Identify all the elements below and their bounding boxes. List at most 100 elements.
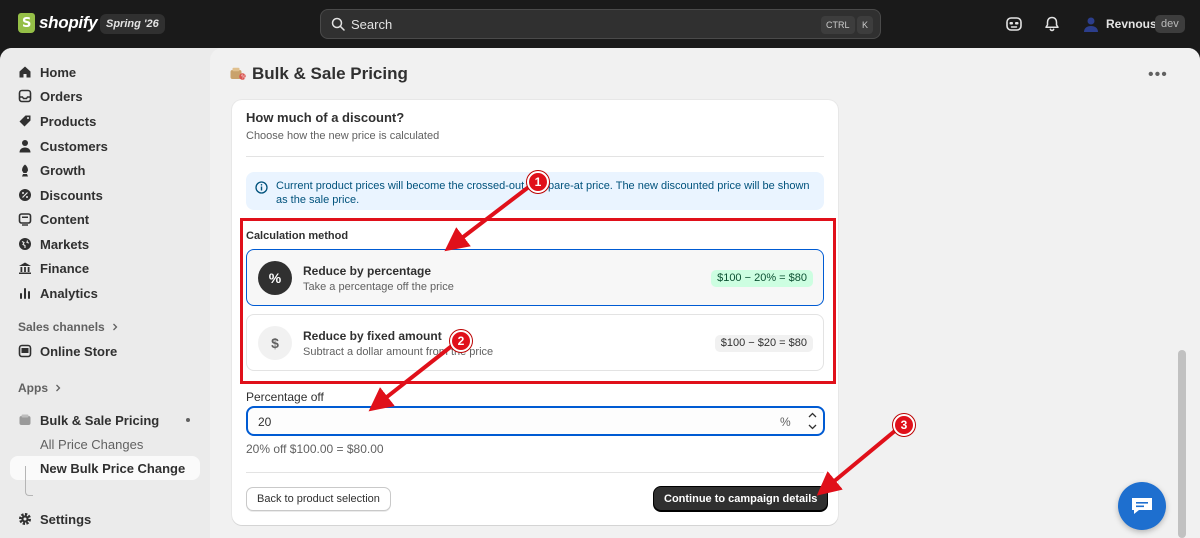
bank-icon — [16, 259, 34, 277]
sidebar-item-settings[interactable]: Settings — [10, 507, 200, 531]
divider — [246, 156, 824, 157]
info-icon — [255, 181, 268, 194]
shopify-bag-icon — [18, 13, 35, 33]
search-bar[interactable]: Search CTRL K — [320, 9, 881, 39]
option-reduce-by-percentage[interactable]: % Reduce by percentage Take a percentage… — [246, 249, 824, 306]
top-bar: shopify Spring '26 Search CTRL K Revnous… — [0, 0, 1200, 48]
store-avatar-icon[interactable] — [1082, 15, 1100, 33]
option-reduce-by-fixed-amount[interactable]: $ Reduce by fixed amount Subtract a doll… — [246, 314, 824, 371]
chart-icon — [16, 284, 34, 302]
chevron-down-icon[interactable] — [804, 422, 820, 432]
page-title: Bulk & Sale Pricing — [252, 64, 408, 83]
sidebar-subitem-all-price-changes[interactable]: All Price Changes — [10, 432, 200, 456]
pin-dot-icon — [186, 418, 190, 422]
option-title: Reduce by percentage — [303, 264, 432, 278]
sidebar-item-content[interactable]: Content — [10, 207, 200, 231]
person-icon — [16, 137, 34, 155]
store-icon — [16, 342, 34, 360]
globe-icon — [16, 235, 34, 253]
apps-header[interactable]: Apps — [18, 381, 62, 395]
sidebar-item-label: Discounts — [40, 187, 103, 203]
calculation-preview: 20% off $100.00 = $80.00 — [246, 442, 384, 456]
sales-channels-header[interactable]: Sales channels — [18, 320, 119, 334]
version-badge: Spring '26 — [100, 14, 165, 34]
card-title: How much of a discount? — [246, 110, 405, 125]
sidebar-item-label: Bulk & Sale Pricing — [40, 412, 160, 428]
shortcut-ctrl-key: CTRL — [821, 16, 855, 34]
app-icon — [16, 411, 34, 429]
user-name[interactable]: Revnous — [1106, 17, 1157, 31]
percentage-off-field[interactable]: % — [246, 406, 825, 436]
chevron-right-icon — [111, 320, 119, 334]
sales-channels-label: Sales channels — [18, 320, 105, 334]
sidebar-item-label: Content — [40, 211, 90, 227]
bell-icon[interactable] — [1043, 15, 1061, 33]
more-actions-icon[interactable]: ••• — [1148, 66, 1168, 84]
sidebar: Home Orders Products Customers Growth Di… — [0, 48, 210, 538]
sidebar-item-home[interactable]: Home — [10, 60, 200, 84]
option-description: Take a percentage off the price — [303, 281, 454, 293]
divider — [246, 472, 824, 473]
percent-suffix: % — [780, 415, 791, 429]
chevron-up-icon[interactable] — [804, 410, 820, 420]
sidebar-subitem-new-bulk-price-change[interactable]: New Bulk Price Change — [10, 456, 200, 480]
discount-icon — [16, 186, 34, 204]
chat-button[interactable] — [1118, 482, 1166, 530]
sidebar-item-products[interactable]: Products — [10, 109, 200, 133]
app-icon: % — [230, 67, 246, 81]
sidebar-item-orders[interactable]: Orders — [10, 84, 200, 108]
chevron-right-icon — [54, 381, 62, 395]
percentage-off-label: Percentage off — [246, 390, 324, 404]
svg-text:%: % — [241, 75, 246, 81]
calculation-method-label: Calculation method — [246, 230, 349, 242]
content-icon — [16, 210, 34, 228]
option-title: Reduce by fixed amount — [303, 329, 442, 343]
chat-bubble-icon — [1132, 498, 1152, 514]
shopify-logo[interactable]: shopify — [18, 13, 98, 33]
sidebar-item-label: Online Store — [40, 343, 118, 359]
page-header: % Bulk & Sale Pricing — [230, 64, 408, 84]
sidebar-item-bulk-sale-pricing[interactable]: Bulk & Sale Pricing — [10, 408, 200, 432]
apps-label: Apps — [18, 381, 48, 395]
sidebar-item-label: Products — [40, 113, 97, 129]
sidebar-item-online-store[interactable]: Online Store — [10, 339, 200, 363]
sidebar-item-markets[interactable]: Markets — [10, 232, 200, 256]
percentage-off-input[interactable] — [258, 415, 738, 429]
sidebar-item-label: Settings — [40, 511, 92, 527]
main-content: % Bulk & Sale Pricing ••• How much of a … — [210, 48, 1200, 538]
sidebar-item-discounts[interactable]: Discounts — [10, 183, 200, 207]
sidebar-item-label: Growth — [40, 162, 86, 178]
back-to-product-selection-button[interactable]: Back to product selection — [246, 487, 391, 511]
sidebar-item-label: Customers — [40, 138, 108, 154]
sidebar-item-analytics[interactable]: Analytics — [10, 281, 200, 305]
option-example-badge: $100 − $20 = $80 — [714, 335, 813, 352]
annotation-marker-2: 2 — [450, 330, 472, 352]
tree-connector — [25, 466, 33, 496]
shortcut-k-key: K — [857, 16, 874, 34]
annotation-marker-1: 1 — [527, 171, 549, 193]
sidebar-item-label: Analytics — [40, 285, 98, 301]
annotation-marker-3: 3 — [893, 414, 915, 436]
sidebar-item-finance[interactable]: Finance — [10, 256, 200, 280]
admin-shell: Home Orders Products Customers Growth Di… — [0, 48, 1200, 538]
growth-icon — [16, 161, 34, 179]
orders-icon — [16, 87, 34, 105]
sidekick-icon[interactable] — [1005, 15, 1023, 33]
dev-badge: dev — [1155, 15, 1185, 33]
scrollbar-thumb[interactable] — [1178, 350, 1186, 538]
sidebar-subitem-label: All Price Changes — [40, 436, 144, 452]
brand-name: shopify — [39, 13, 98, 32]
sidebar-item-customers[interactable]: Customers — [10, 134, 200, 158]
sidebar-item-label: Orders — [40, 88, 83, 104]
sidebar-item-label: Markets — [40, 236, 90, 252]
percent-icon: % — [258, 261, 292, 295]
search-icon — [331, 17, 345, 31]
quantity-stepper[interactable] — [804, 410, 820, 432]
tag-icon — [16, 112, 34, 130]
dollar-icon: $ — [258, 326, 292, 360]
discount-card: How much of a discount? Choose how the n… — [232, 100, 838, 525]
sidebar-item-growth[interactable]: Growth — [10, 158, 200, 182]
card-subtitle: Choose how the new price is calculated — [246, 130, 440, 142]
sidebar-subitem-label: New Bulk Price Change — [40, 460, 186, 476]
continue-to-campaign-details-button[interactable]: Continue to campaign details — [654, 487, 828, 511]
